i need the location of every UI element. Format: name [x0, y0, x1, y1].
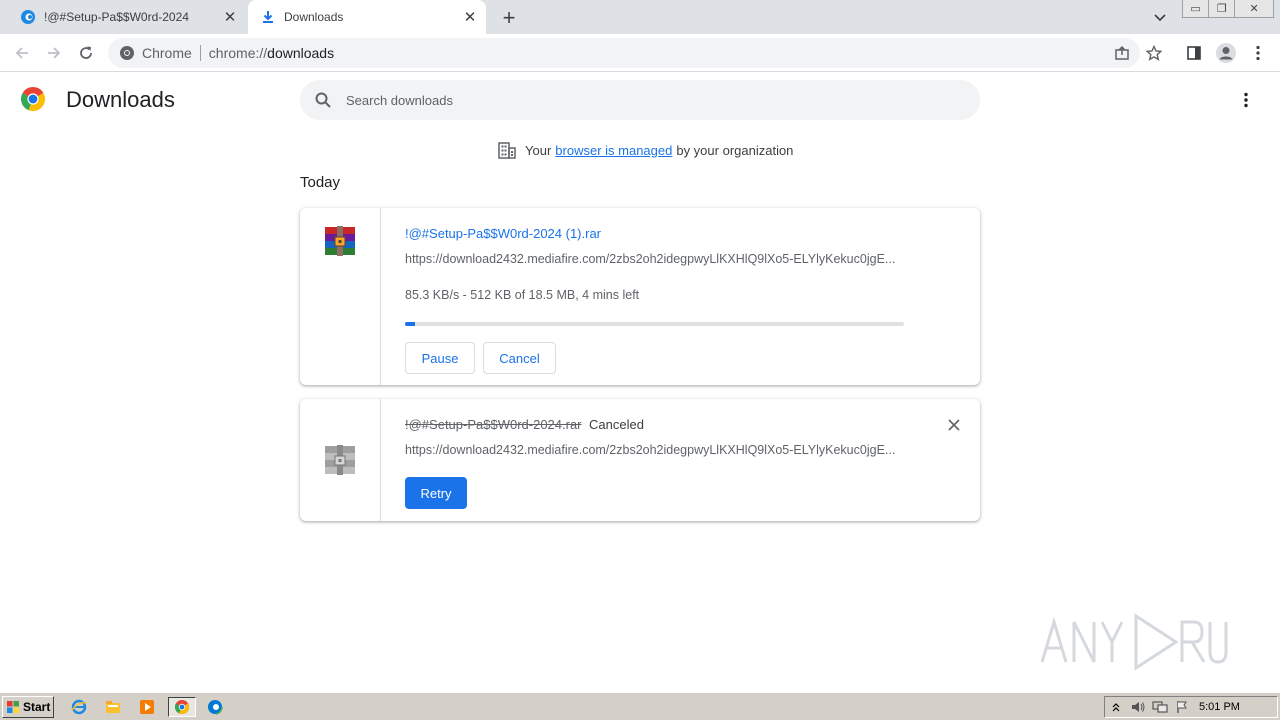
close-tab-icon[interactable]: ✕ — [220, 7, 240, 27]
forward-arrow-icon[interactable] — [42, 41, 66, 65]
tab-downloads[interactable]: Downloads ✕ — [248, 0, 486, 34]
tab-strip: !@#Setup-Pa$$W0rd-2024 ✕ Downloads ✕ + ▭… — [0, 0, 1280, 34]
browser-managed-link[interactable]: browser is managed — [555, 143, 672, 158]
search-icon — [314, 91, 332, 109]
tab-title: Downloads — [284, 10, 344, 24]
download-item: !@#Setup-Pa$$W0rd-2024 (1).rar https://d… — [300, 208, 980, 385]
download-filename: !@#Setup-Pa$$W0rd-2024.rar — [405, 417, 582, 432]
download-item: !@#Setup-Pa$$W0rd-2024.rar Canceled http… — [300, 399, 980, 521]
share-icon[interactable] — [1110, 41, 1134, 65]
tab-search-chevron-icon[interactable] — [1150, 8, 1170, 28]
url-scheme: chrome:// — [208, 45, 268, 61]
page-title: Downloads — [66, 87, 175, 112]
taskbar: Start 5:01 PM — [0, 692, 1280, 720]
downloads-menu-icon[interactable] — [1236, 90, 1256, 110]
download-progress-bar — [405, 322, 904, 326]
internet-explorer-icon[interactable] — [68, 697, 90, 717]
tab-title: !@#Setup-Pa$$W0rd-2024 — [44, 10, 189, 24]
file-explorer-icon[interactable] — [102, 697, 124, 717]
back-arrow-icon[interactable] — [10, 41, 34, 65]
download-status: Canceled — [589, 417, 644, 432]
file-icon-column — [300, 399, 381, 521]
url-text: chrome://downloads — [201, 45, 334, 61]
rar-archive-icon — [323, 224, 357, 258]
window-controls: ▭ ❐ ✕ — [1182, 0, 1274, 18]
edge-taskbar-icon[interactable] — [204, 697, 226, 717]
toolbar: Chrome chrome://downloads — [0, 34, 1280, 72]
managed-prefix: Your — [525, 142, 552, 158]
reload-icon[interactable] — [74, 41, 98, 65]
download-source-url[interactable]: https://download2432.mediafire.com/2zbs2… — [405, 443, 905, 457]
close-window-icon[interactable]: ✕ — [1235, 0, 1273, 17]
search-box[interactable] — [300, 80, 980, 120]
cancel-button[interactable]: Cancel — [483, 342, 556, 374]
chrome-menu-icon[interactable] — [1246, 41, 1270, 65]
start-label: Start — [23, 700, 51, 714]
download-progress-text: 85.3 KB/s - 512 KB of 18.5 MB, 4 mins le… — [405, 288, 640, 302]
restore-icon[interactable]: ❐ — [1209, 0, 1236, 17]
action-center-flag-icon[interactable] — [1171, 698, 1193, 716]
download-source-url[interactable]: https://download2432.mediafire.com/2zbs2… — [405, 252, 905, 266]
download-icon — [260, 9, 276, 25]
anyrun-watermark-logo — [1038, 610, 1238, 671]
clock: 5:01 PM — [1199, 701, 1240, 713]
url-host: downloads — [267, 45, 335, 61]
building-icon — [497, 141, 517, 159]
search-input[interactable] — [346, 92, 980, 108]
site-chip: Chrome — [142, 45, 201, 61]
system-tray: 5:01 PM — [1104, 696, 1278, 718]
edge-icon — [20, 9, 36, 25]
bookmark-star-icon[interactable] — [1142, 41, 1166, 65]
chrome-logo-icon — [20, 86, 46, 112]
network-icon[interactable] — [1149, 698, 1171, 716]
managed-suffix: by your organization — [676, 142, 794, 158]
section-heading: Today — [300, 174, 341, 191]
download-progress-fill — [405, 322, 415, 326]
rar-archive-icon-grayed — [323, 443, 357, 477]
file-icon-column — [300, 208, 381, 385]
show-hidden-icons-icon[interactable] — [1105, 698, 1127, 716]
chrome-taskbar-icon[interactable] — [168, 697, 196, 717]
windows-flag-icon — [6, 700, 20, 714]
retry-button[interactable]: Retry — [405, 477, 467, 509]
download-filename-link[interactable]: !@#Setup-Pa$$W0rd-2024 (1).rar — [405, 226, 601, 241]
volume-icon[interactable] — [1127, 698, 1149, 716]
remove-from-list-icon[interactable] — [945, 416, 963, 434]
profile-avatar-icon[interactable] — [1214, 41, 1238, 65]
chrome-site-icon — [119, 45, 135, 61]
new-tab-button[interactable]: + — [498, 5, 520, 30]
close-tab-icon[interactable]: ✕ — [460, 7, 480, 27]
managed-notice: Your browser is managed by your organiza… — [497, 141, 793, 159]
side-panel-icon[interactable] — [1182, 41, 1206, 65]
tab-setup[interactable]: !@#Setup-Pa$$W0rd-2024 ✕ — [8, 0, 246, 34]
address-bar[interactable]: Chrome chrome://downloads — [108, 38, 1140, 68]
start-button[interactable]: Start — [2, 696, 54, 718]
minimize-icon[interactable]: ▭ — [1183, 0, 1210, 17]
pause-button[interactable]: Pause — [405, 342, 475, 374]
media-player-icon[interactable] — [136, 697, 158, 717]
